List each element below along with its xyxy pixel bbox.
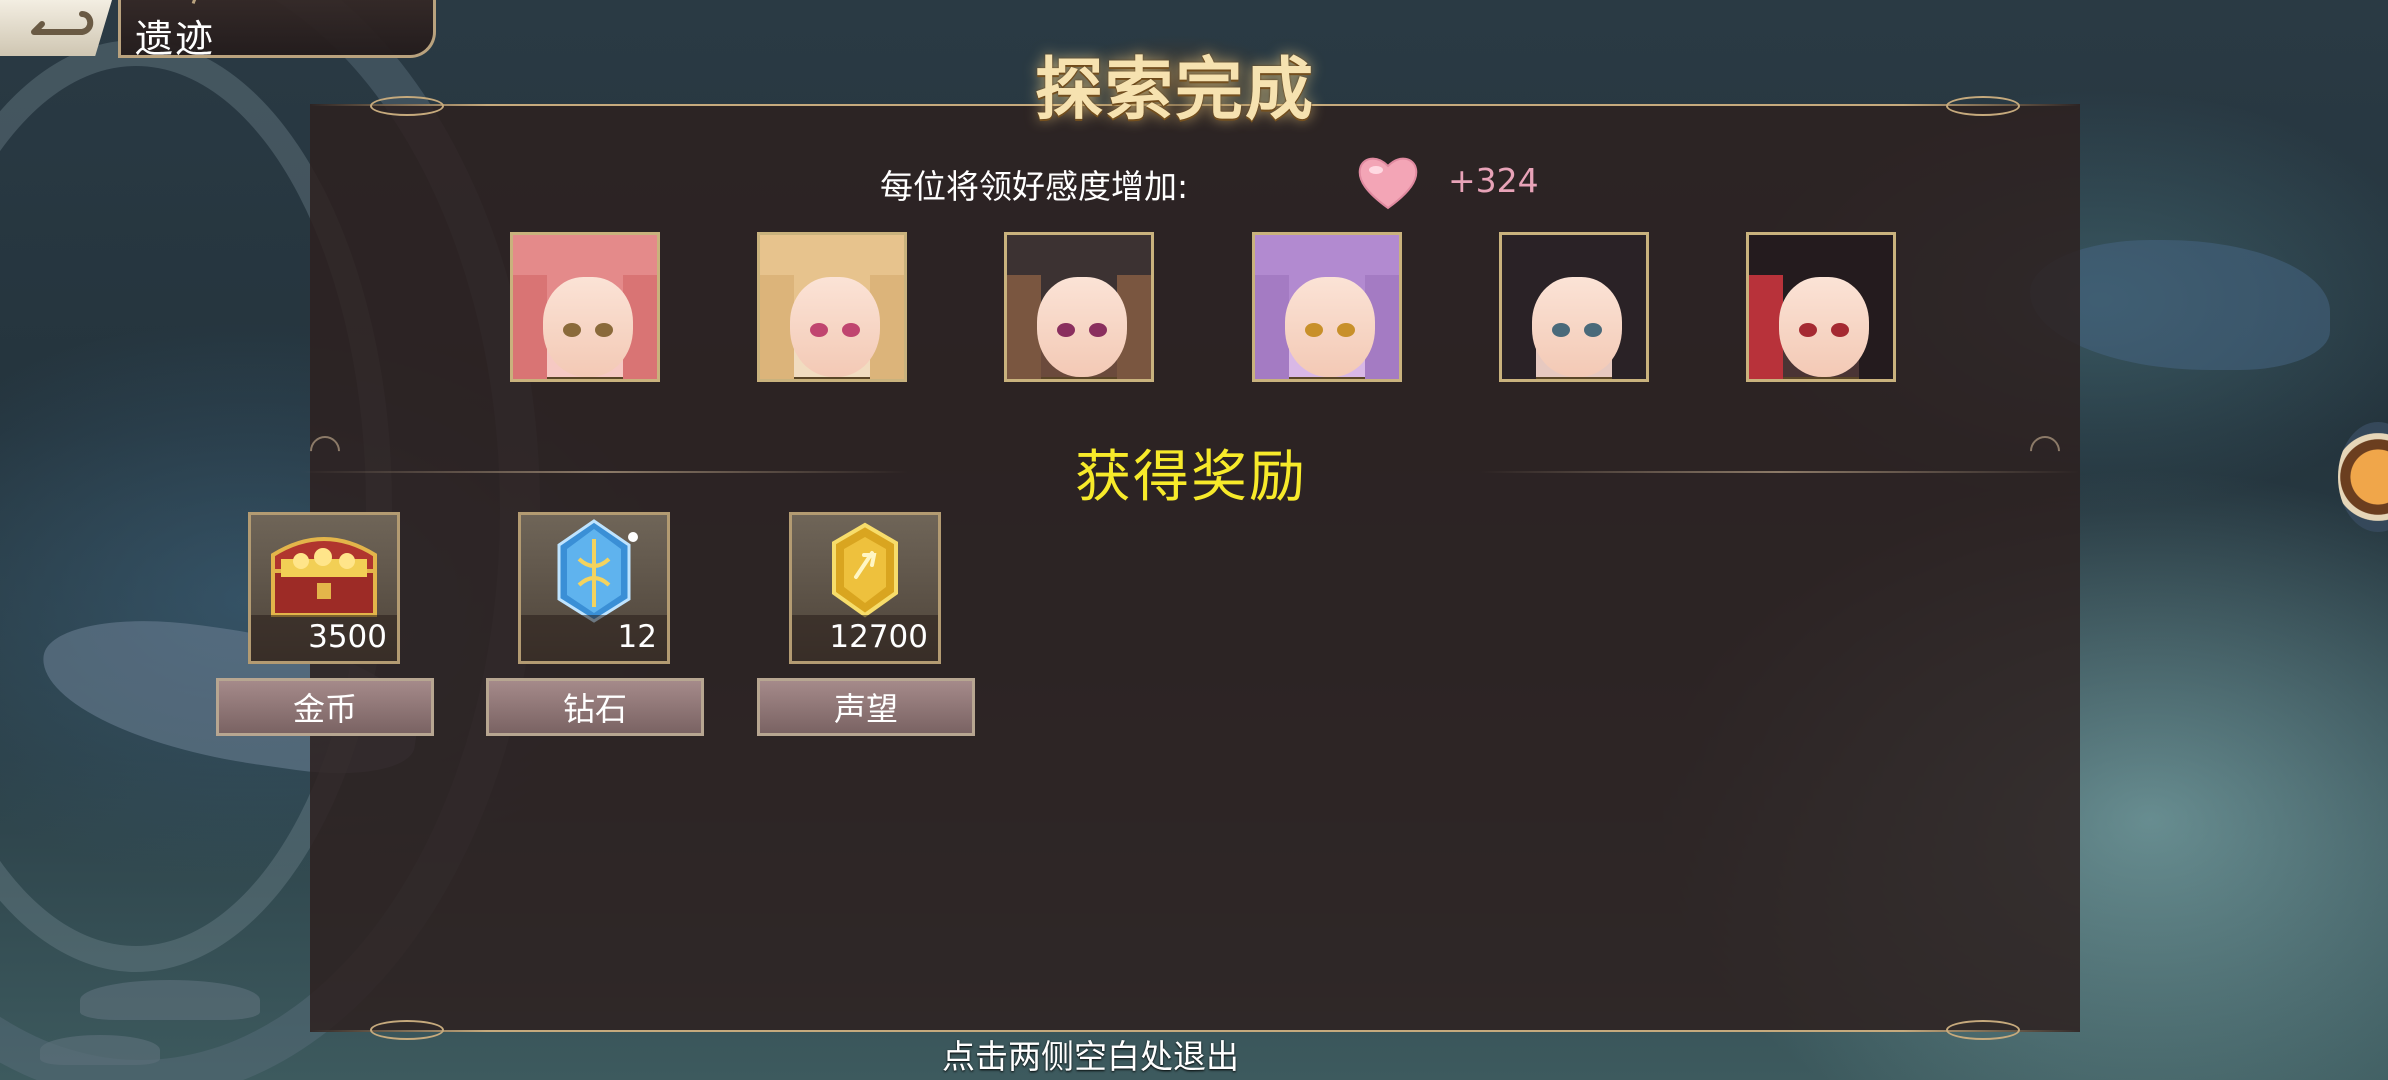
portrait-eye	[1584, 323, 1602, 337]
portrait-hair-side	[1502, 275, 1536, 379]
reward-label-prestige: 声望	[757, 678, 975, 736]
portrait-face	[1779, 277, 1869, 377]
portrait-eye	[1305, 323, 1323, 337]
portrait-face	[1532, 277, 1622, 377]
ornament	[370, 1020, 444, 1040]
portrait-face	[543, 277, 633, 377]
portrait-eye	[1831, 323, 1849, 337]
reward-item-diamond[interactable]: 12	[518, 512, 670, 664]
ornament	[370, 96, 444, 116]
reward-count: 12	[617, 619, 657, 655]
section-divider	[300, 471, 908, 473]
reward-label-text: 钻石	[562, 690, 627, 728]
diamond-crystal-icon	[557, 519, 638, 623]
reward-count: 12700	[829, 619, 928, 655]
gold-badge-icon	[832, 522, 898, 618]
portrait-eye	[1799, 323, 1817, 337]
affinity-label: 每位将领好感度增加:	[880, 167, 1189, 206]
portrait-hair-side	[760, 275, 794, 379]
treasure-chest-icon	[271, 537, 377, 617]
portrait-eye	[810, 323, 828, 337]
portrait-face	[1037, 277, 1127, 377]
portrait-hair-side	[1255, 275, 1289, 379]
portrait-eye	[595, 323, 613, 337]
reward-label-gold: 金币	[216, 678, 434, 736]
reward-count: 3500	[308, 619, 387, 655]
portrait-eye	[1089, 323, 1107, 337]
reward-item-gold[interactable]: 3500	[248, 512, 400, 664]
portrait-eye	[563, 323, 581, 337]
heart-icon	[1358, 157, 1418, 210]
exit-hint[interactable]: 点击两侧空白处退出	[942, 1030, 1239, 1078]
portrait-hair-side	[1749, 275, 1783, 379]
character-portrait[interactable]	[1746, 232, 1896, 382]
character-portrait[interactable]	[1004, 232, 1154, 382]
affinity-value: +324	[1448, 161, 1539, 200]
portrait-row	[0, 232, 2388, 384]
portrait-face	[790, 277, 880, 377]
section-divider	[1480, 471, 2080, 473]
portrait-hair-side	[1007, 275, 1041, 379]
character-portrait[interactable]	[510, 232, 660, 382]
reward-label-diamond: 钻石	[486, 678, 704, 736]
portrait-eye	[1337, 323, 1355, 337]
portrait-eye	[1057, 323, 1075, 337]
headline-text: 探索完成	[1034, 49, 1315, 130]
reward-label-text: 金币	[292, 690, 357, 728]
portrait-eye	[1552, 323, 1570, 337]
mushroom	[80, 980, 260, 1020]
page-title: 遗迹	[135, 17, 216, 61]
back-arrow-icon	[31, 11, 94, 35]
back-button[interactable]	[0, 0, 112, 56]
mushroom	[40, 1035, 160, 1065]
portrait-face	[1285, 277, 1375, 377]
character-portrait[interactable]	[1252, 232, 1402, 382]
reward-item-prestige[interactable]: 12700	[789, 512, 941, 664]
ornament	[1946, 96, 2020, 116]
portrait-hair-side	[513, 275, 547, 379]
ornament	[1946, 1020, 2020, 1040]
reward-title: 获得奖励	[1075, 445, 1307, 510]
portrait-eye	[842, 323, 860, 337]
character-portrait[interactable]	[1499, 232, 1649, 382]
character-portrait[interactable]	[757, 232, 907, 382]
reward-label-text: 声望	[833, 690, 898, 728]
headline-banner: 探索完成	[1030, 28, 1320, 138]
